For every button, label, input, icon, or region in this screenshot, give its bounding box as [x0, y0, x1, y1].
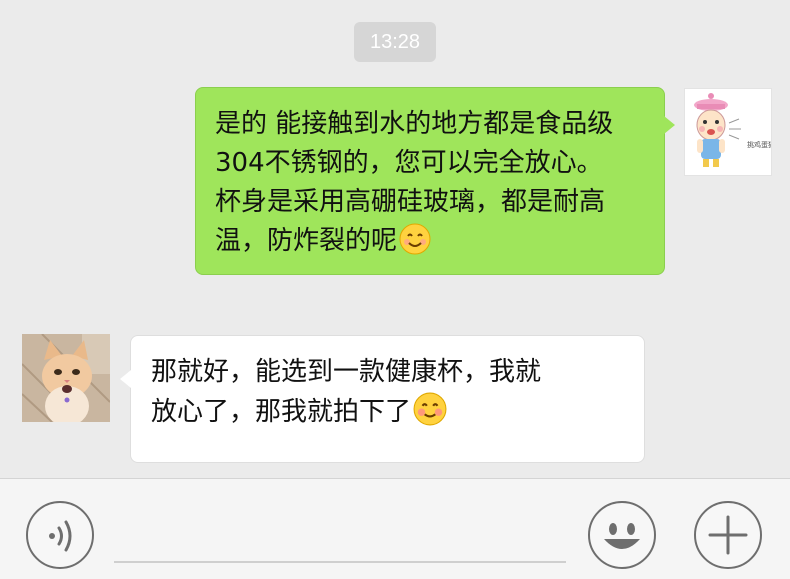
- message-line: 放心了，那我就拍下了: [151, 397, 412, 427]
- message-line: 那就好，能选到一款健康杯，我就: [151, 357, 542, 387]
- chat-area[interactable]: 13:28 挑鸡蛋猫猫 是的 能接触到水的地方都是食品级 304不锈钢的，您可以…: [0, 0, 790, 478]
- voice-icon: [49, 520, 72, 552]
- message-timestamp: 13:28: [354, 22, 436, 62]
- message-input-bar: [0, 478, 790, 579]
- plus-icon: [708, 515, 748, 555]
- sent-message-bubble[interactable]: 是的 能接触到水的地方都是食品级 304不锈钢的，您可以完全放心。 杯身是采用高…: [195, 87, 675, 275]
- cat-avatar-icon: [22, 334, 110, 422]
- emoji-face-icon: [604, 523, 640, 549]
- cartoon-character-avatar-icon: 挑鸡蛋猫猫: [694, 93, 771, 167]
- avatar-caption: 挑鸡蛋猫猫: [747, 140, 771, 149]
- buyer-avatar[interactable]: [22, 334, 110, 422]
- message-line: 304不锈钢的，您可以完全放心。: [215, 148, 603, 178]
- message-line: 温，防炸裂的呢: [215, 226, 398, 256]
- received-message-bubble[interactable]: 那就好，能选到一款健康杯，我就 放心了，那我就拍下了: [120, 335, 645, 463]
- emoji-button[interactable]: [588, 501, 656, 569]
- message-line: 是的 能接触到水的地方都是食品级: [215, 109, 614, 139]
- message-line: 杯身是采用高硼硅玻璃，都是耐高: [215, 187, 606, 217]
- voice-input-button[interactable]: [26, 501, 94, 569]
- text-input-field[interactable]: [114, 561, 566, 563]
- seller-avatar[interactable]: 挑鸡蛋猫猫: [684, 88, 772, 176]
- more-options-button[interactable]: [694, 501, 762, 569]
- blush-smile-emoji-icon: [413, 392, 447, 438]
- smile-emoji-icon: [399, 223, 431, 267]
